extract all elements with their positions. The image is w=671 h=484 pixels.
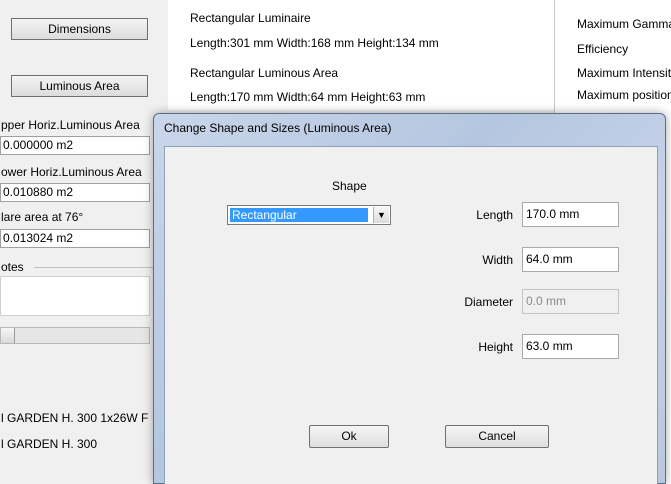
diameter-label: Diameter bbox=[464, 295, 513, 309]
horizontal-scrollbar[interactable] bbox=[0, 327, 150, 344]
height-input[interactable]: 63.0 mm bbox=[522, 334, 619, 359]
cancel-button[interactable]: Cancel bbox=[445, 425, 549, 448]
notes-label: otes bbox=[1, 260, 24, 274]
luminaire-title: Rectangular Luminaire bbox=[190, 11, 311, 25]
diameter-input: 0.0 mm bbox=[522, 289, 619, 314]
dialog-client-area: Shape Rectangular ▼ Length 170.0 mm Widt… bbox=[164, 146, 658, 484]
upper-area-field[interactable]: 0.000000 m2 bbox=[0, 136, 150, 155]
scrollbar-thumb[interactable] bbox=[1, 328, 15, 343]
right-item-max-intensity: Maximum Intensit bbox=[577, 66, 671, 80]
upper-area-label: pper Horiz.Luminous Area bbox=[1, 118, 140, 132]
luminous-area-title: Rectangular Luminous Area bbox=[190, 66, 339, 80]
height-label: Height bbox=[478, 340, 513, 354]
glare-area-field[interactable]: 0.013024 m2 bbox=[0, 229, 150, 248]
luminous-area-button[interactable]: Luminous Area bbox=[11, 75, 148, 97]
lower-area-label: ower Horiz.Luminous Area bbox=[1, 165, 142, 179]
change-shape-dialog: Change Shape and Sizes (Luminous Area) S… bbox=[153, 113, 666, 484]
luminaire-dims: Length:301 mm Width:168 mm Height:134 mm bbox=[190, 36, 439, 50]
dialog-title: Change Shape and Sizes (Luminous Area) bbox=[164, 121, 392, 135]
right-item-efficiency: Efficiency bbox=[577, 42, 629, 56]
bottom-line-2: l GARDEN H. 300 bbox=[1, 437, 98, 451]
glare-area-label: lare area at 76° bbox=[1, 210, 84, 224]
luminous-area-dims: Length:170 mm Width:64 mm Height:63 mm bbox=[190, 90, 426, 104]
lower-area-field[interactable]: 0.010880 m2 bbox=[0, 183, 150, 202]
length-label: Length bbox=[476, 208, 513, 222]
width-label: Width bbox=[482, 253, 513, 267]
right-item-max-gamma: Maximum Gamma bbox=[577, 17, 671, 31]
chevron-down-icon[interactable]: ▼ bbox=[373, 207, 389, 223]
right-item-max-position: Maximum position bbox=[577, 88, 671, 102]
notes-field[interactable] bbox=[0, 276, 150, 316]
bottom-line-1: l GARDEN H. 300 1x26W F bbox=[1, 411, 149, 425]
width-input[interactable]: 64.0 mm bbox=[522, 247, 619, 272]
length-input[interactable]: 170.0 mm bbox=[522, 202, 619, 227]
notes-divider bbox=[34, 267, 154, 268]
shape-select[interactable]: Rectangular ▼ bbox=[227, 205, 391, 225]
ok-button[interactable]: Ok bbox=[309, 425, 389, 448]
dimensions-button[interactable]: Dimensions bbox=[11, 18, 148, 40]
shape-select-value: Rectangular bbox=[230, 208, 368, 222]
shape-label: Shape bbox=[332, 179, 367, 193]
